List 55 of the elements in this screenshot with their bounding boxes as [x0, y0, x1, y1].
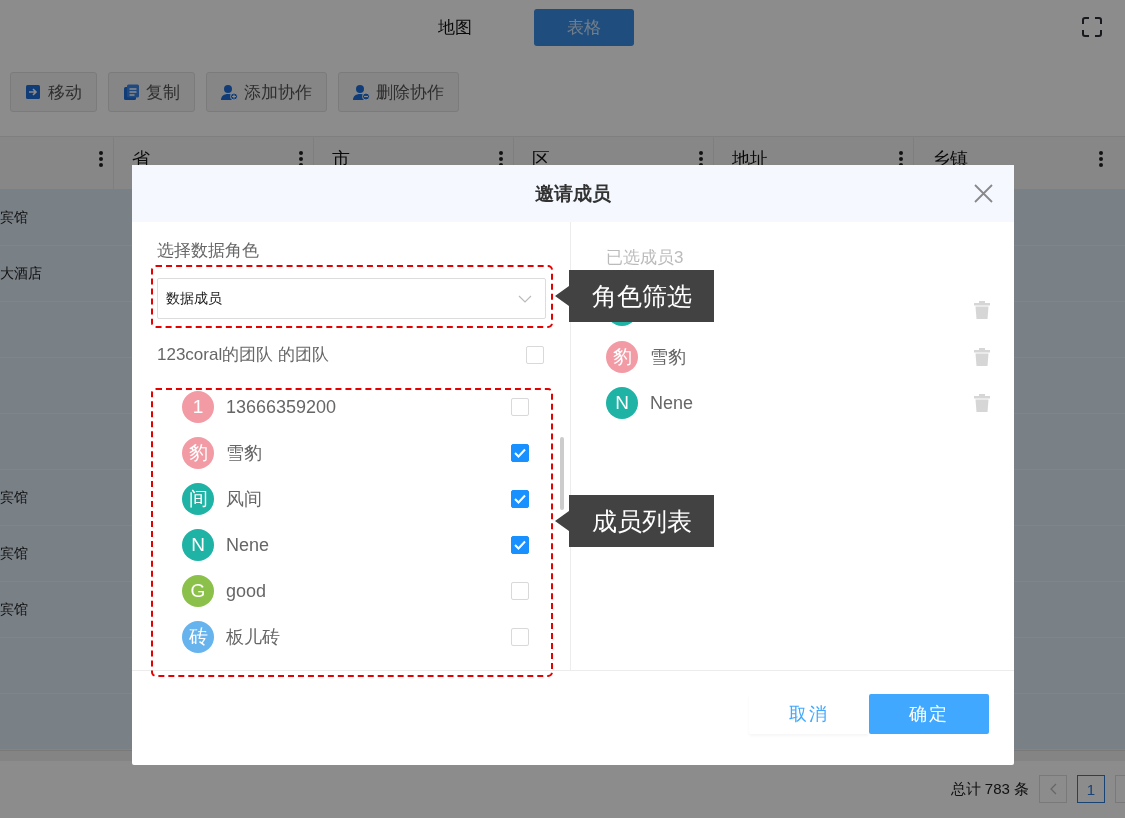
- member-name: 风间: [226, 488, 262, 511]
- checkbox[interactable]: [511, 536, 529, 554]
- view-tab[interactable]: 地图: [420, 8, 490, 46]
- member-name: 13666359200: [226, 396, 337, 418]
- arrow-box-icon: [25, 83, 42, 101]
- member-name: 板儿砖: [226, 626, 280, 649]
- user-plus-icon: [221, 83, 238, 101]
- annotation-tooltip: 角色筛选: [555, 270, 714, 322]
- checkbox[interactable]: [511, 444, 529, 462]
- field-label: 选择数据角色: [157, 240, 260, 261]
- scrollbar-thumb[interactable]: [560, 437, 564, 510]
- dialog-title: 邀请成员: [535, 181, 611, 206]
- column-menu-icon[interactable]: [699, 151, 703, 167]
- avatar: N: [606, 387, 638, 420]
- member-name: 雪豹: [226, 442, 262, 465]
- avatar: 间: [182, 483, 214, 515]
- column-menu-icon[interactable]: [499, 151, 503, 167]
- fullscreen-icon[interactable]: [1082, 17, 1102, 38]
- avatar: 豹: [182, 437, 214, 469]
- column-menu-icon[interactable]: [299, 151, 303, 167]
- toolbar-button[interactable]: 删除协作: [338, 72, 459, 113]
- chevron-left-icon: [1049, 783, 1057, 796]
- document-icon: [123, 83, 140, 101]
- close-icon[interactable]: [974, 184, 993, 203]
- avatar: N: [182, 529, 214, 561]
- toolbar-button[interactable]: 添加协作: [206, 72, 327, 113]
- selected-count: 已选成员3: [606, 247, 685, 268]
- column-menu-icon[interactable]: [899, 151, 903, 167]
- checkbox[interactable]: [511, 490, 529, 508]
- role-select[interactable]: 数据成员: [157, 278, 546, 319]
- view-tab[interactable]: 表格: [534, 8, 634, 46]
- table-cell: 大酒店: [0, 264, 42, 283]
- table-cell: 宾馆: [0, 600, 28, 619]
- page-button[interactable]: 1: [1077, 775, 1105, 804]
- user-minus-icon: [353, 83, 370, 101]
- avatar: 豹: [606, 340, 638, 373]
- avatar: G: [182, 575, 214, 607]
- table-cell: 宾馆: [0, 488, 28, 507]
- annotation-tooltip: 成员列表: [555, 495, 714, 547]
- total-count: 总计 783 条: [950, 779, 1029, 799]
- table-cell: 宾馆: [0, 544, 28, 563]
- team-name: 123coral的团队 的团队: [157, 344, 329, 366]
- table-cell: 宾馆: [0, 208, 28, 227]
- column-header: 市: [332, 148, 350, 171]
- member-name: 雪豹: [650, 345, 686, 369]
- member-name: good: [226, 580, 267, 602]
- confirm-button[interactable]: 确定: [869, 694, 989, 734]
- member-name: Nene: [226, 534, 270, 556]
- avatar: 1: [182, 391, 214, 423]
- toolbar-button[interactable]: 移动: [10, 72, 97, 113]
- member-name: Nene: [650, 392, 694, 414]
- cancel-button[interactable]: 取消: [749, 694, 869, 734]
- avatar: 砖: [182, 621, 214, 653]
- toolbar-button[interactable]: 复制: [108, 72, 195, 113]
- caret-icon: [518, 294, 532, 303]
